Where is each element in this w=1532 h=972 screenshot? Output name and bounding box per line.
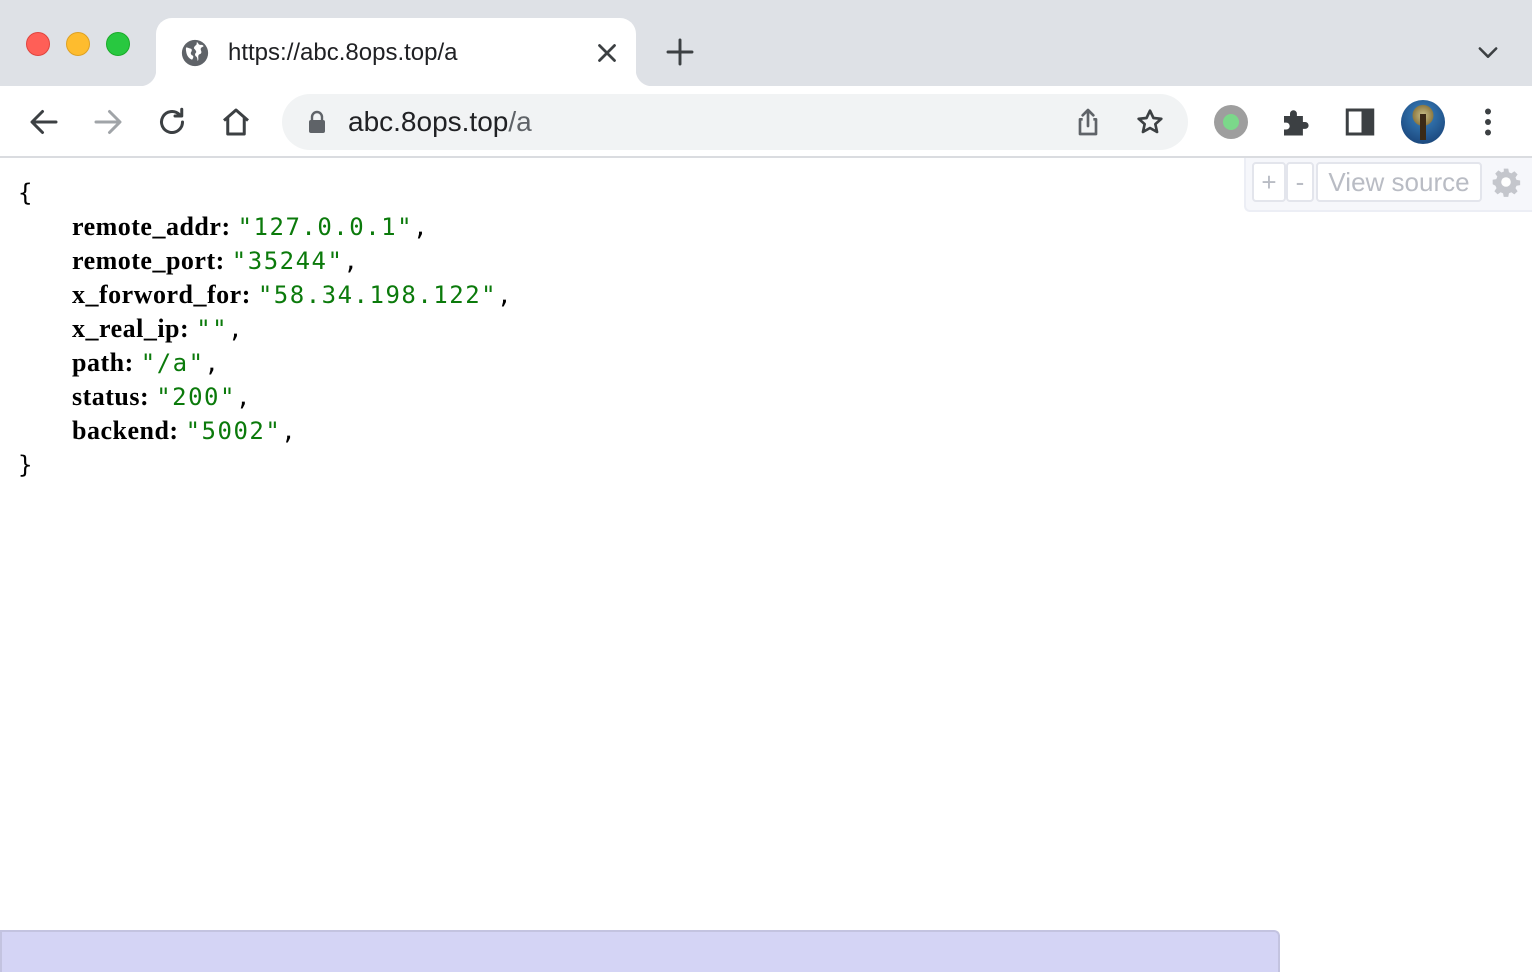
json-entry: remote_port: "35244", [72,246,358,275]
json-key: remote_addr [72,212,222,241]
expand-all-button[interactable]: + [1252,162,1286,202]
json-document: { remote_addr: "127.0.0.1", remote_port:… [18,176,512,482]
tab-strip: https://abc.8ops.top/a [0,0,1532,86]
browser-tab[interactable]: https://abc.8ops.top/a [140,18,652,86]
share-icon[interactable] [1072,106,1104,138]
json-value: "5002" [185,417,282,445]
chevron-down-icon[interactable] [1474,38,1502,66]
json-viewer-controls: + - View source [1244,158,1532,212]
json-value: "200" [156,383,236,411]
lock-icon[interactable] [306,110,328,134]
json-value: "35244" [231,247,344,275]
url-host: abc.8ops.top [348,106,509,137]
json-key: x_real_ip [72,314,181,343]
json-entry: status: "200", [72,382,251,411]
window-close-button[interactable] [26,32,50,56]
plus-icon[interactable] [664,36,696,68]
json-value: "/a" [140,349,205,377]
close-icon[interactable] [592,38,622,68]
tab-title: https://abc.8ops.top/a [228,39,458,66]
json-close-brace: } [18,451,33,479]
bottom-status-bar [0,930,1280,972]
view-source-button[interactable]: View source [1316,162,1482,202]
json-entry: backend: "5002", [72,416,296,445]
json-entry: path: "/a", [72,348,219,377]
gear-icon[interactable] [1490,166,1522,198]
reload-icon[interactable] [154,104,190,140]
kebab-menu-icon[interactable] [1470,104,1506,140]
json-open-brace: { [18,179,33,207]
home-icon[interactable] [218,104,254,140]
window-minimize-button[interactable] [66,32,90,56]
collapse-all-button[interactable]: - [1286,162,1314,202]
json-key: path [72,348,125,377]
json-key: backend [72,416,170,445]
url-path: /a [508,106,532,137]
json-key: remote_port [72,246,216,275]
json-entry: x_real_ip: "", [72,314,243,343]
json-value: "127.0.0.1" [237,213,414,241]
json-key: x_forword_for [72,280,242,309]
arrow-right-icon[interactable] [90,104,126,140]
side-panel-icon[interactable] [1342,104,1378,140]
globe-icon [181,39,209,67]
star-icon[interactable] [1134,106,1166,138]
json-value: "" [196,315,229,343]
json-entry: x_forword_for: "58.34.198.122", [72,280,512,309]
json-key: status [72,382,141,411]
puzzle-icon[interactable] [1278,104,1314,140]
arrow-left-icon[interactable] [26,104,62,140]
address-bar[interactable]: abc.8ops.top/a [282,94,1188,150]
json-value: "58.34.198.122" [257,281,498,309]
address-bar-url: abc.8ops.top/a [348,107,532,137]
record-icon[interactable] [1214,105,1248,139]
browser-toolbar: abc.8ops.top/a [0,86,1532,158]
json-entry: remote_addr: "127.0.0.1", [72,212,428,241]
avatar[interactable] [1401,100,1445,144]
window-maximize-button[interactable] [106,32,130,56]
